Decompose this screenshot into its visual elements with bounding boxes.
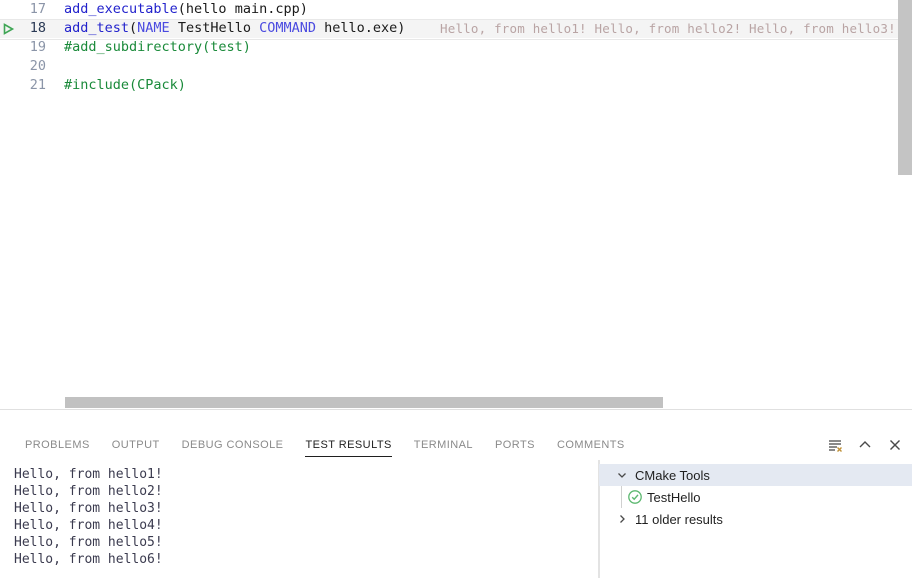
code-token: TestHello <box>169 20 260 36</box>
output-line: Hello, from hello2! <box>14 484 163 499</box>
tab-terminal[interactable]: TERMINAL <box>403 430 484 460</box>
test-results-tree[interactable]: CMake Tools TestHello 11 older results <box>599 460 912 578</box>
tab-ports[interactable]: PORTS <box>484 430 546 460</box>
code-token: (hello main.cpp) <box>177 1 308 17</box>
code-editor[interactable]: 17 add_executable(hello main.cpp) 18 add_te… <box>0 0 912 410</box>
output-line: Hello, from hello6! <box>14 552 163 567</box>
code-token: #include(CPack) <box>64 77 186 93</box>
code-line[interactable]: 19 #add_subdirectory(test) <box>0 38 912 57</box>
tree-indent-guide <box>621 486 622 508</box>
code-text[interactable]: add_test(NAME TestHello COMMAND hello.ex… <box>64 19 405 38</box>
tree-item[interactable]: CMake Tools <box>599 464 912 486</box>
tab-test-results[interactable]: TEST RESULTS <box>294 430 402 460</box>
passed-check-icon <box>627 489 643 505</box>
clear-output-icon[interactable] <box>826 436 844 454</box>
code-token: ( <box>129 20 138 36</box>
editor-panel-divider <box>0 409 912 410</box>
chevron-down-icon[interactable] <box>613 464 631 486</box>
code-line[interactable]: 20 <box>0 57 912 76</box>
code-token: NAME <box>137 20 170 36</box>
line-number: 19 <box>29 39 46 55</box>
code-line[interactable]: 18 add_test(NAME TestHello COMMAND hello.… <box>0 19 912 40</box>
editor-vertical-scrollbar[interactable] <box>898 0 912 410</box>
output-line: Hello, from hello3! <box>14 501 163 516</box>
code-token: hello.exe) <box>316 20 406 36</box>
tree-item-label: CMake Tools <box>635 467 710 483</box>
tree-item-label: TestHello <box>647 489 701 505</box>
line-number: 20 <box>29 58 46 74</box>
vscode-window: 17 add_executable(hello main.cpp) 18 add_te… <box>0 0 912 578</box>
line-number: 21 <box>29 77 46 93</box>
code-line[interactable]: 17 add_executable(hello main.cpp) <box>0 0 912 19</box>
editor-horizontal-scrollbar-thumb[interactable] <box>65 397 663 408</box>
tab-comments[interactable]: COMMENTS <box>546 430 636 460</box>
panel-tab-list[interactable]: PROBLEMS OUTPUT DEBUG CONSOLE TEST RESULTS T… <box>0 430 636 460</box>
code-token: add_executable <box>64 1 178 17</box>
tab-debug-console[interactable]: DEBUG CONSOLE <box>171 430 295 460</box>
tree-rows-container[interactable]: CMake Tools TestHello 11 older results <box>599 464 912 530</box>
code-text[interactable]: #include(CPack) <box>64 76 186 95</box>
chevron-up-icon[interactable] <box>856 436 874 454</box>
editor-vertical-scrollbar-thumb[interactable] <box>898 0 912 175</box>
tree-item[interactable]: TestHello <box>599 486 912 508</box>
code-token: #add_subdirectory(test) <box>64 39 251 55</box>
code-token: COMMAND <box>259 20 316 36</box>
output-line: Hello, from hello4! <box>14 518 163 533</box>
tree-item[interactable]: 11 older results <box>599 508 912 530</box>
panel-actions[interactable] <box>826 430 904 460</box>
output-line: Hello, from hello5! <box>14 535 163 550</box>
close-icon[interactable] <box>886 436 904 454</box>
panel-body: Hello, from hello1! Hello, from hello2! He… <box>0 460 912 578</box>
code-token: add_test <box>64 20 130 36</box>
line-number: 18 <box>29 20 46 36</box>
panel-header: PROBLEMS OUTPUT DEBUG CONSOLE TEST RESULTS T… <box>0 430 912 460</box>
line-number: 17 <box>29 1 46 17</box>
code-line[interactable]: 21 #include(CPack) <box>0 76 912 95</box>
inline-test-output-hint: Hello, from hello1! Hello, from hello2! … <box>440 21 896 36</box>
code-lines-container[interactable]: 17 add_executable(hello main.cpp) 18 add_te… <box>0 0 912 95</box>
chevron-right-icon[interactable] <box>613 508 631 530</box>
code-text[interactable]: #add_subdirectory(test) <box>64 38 251 57</box>
output-line: Hello, from hello1! <box>14 467 163 482</box>
test-output-area[interactable]: Hello, from hello1! Hello, from hello2! He… <box>0 460 596 578</box>
bottom-panel: PROBLEMS OUTPUT DEBUG CONSOLE TEST RESULTS T… <box>0 430 912 578</box>
tab-problems[interactable]: PROBLEMS <box>14 430 101 460</box>
editor-horizontal-scrollbar[interactable] <box>0 396 898 410</box>
code-text[interactable]: add_executable(hello main.cpp) <box>64 0 308 19</box>
tree-item-label: 11 older results <box>635 511 723 527</box>
tab-output[interactable]: OUTPUT <box>101 430 171 460</box>
